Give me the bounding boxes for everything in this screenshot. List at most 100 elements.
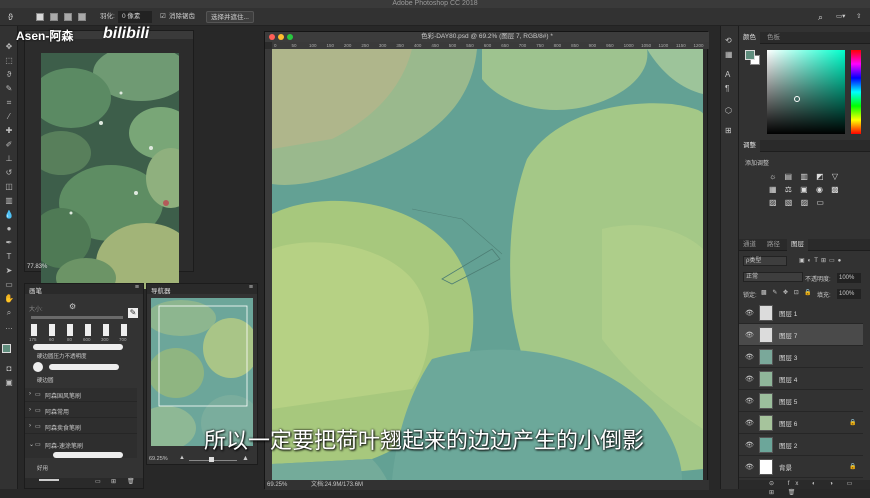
path-select-tool-icon[interactable]: ➤: [3, 266, 15, 276]
eyedropper-tool-icon[interactable]: ⁄: [3, 112, 15, 122]
layer-row[interactable]: 👁 图层 1: [739, 302, 863, 324]
blur-tool-icon[interactable]: 💧: [3, 210, 15, 220]
brush-preset-item[interactable]: 好用: [37, 464, 48, 472]
visibility-eye-icon[interactable]: 👁: [745, 309, 754, 317]
visibility-eye-icon[interactable]: 👁: [745, 331, 754, 339]
fill-input[interactable]: 100%: [837, 289, 861, 299]
search-icon[interactable]: ⌕: [818, 11, 823, 23]
marquee-tool-icon[interactable]: ⬚: [3, 56, 15, 66]
gradient-tool-icon[interactable]: ▥: [3, 196, 15, 206]
layer-filter-icons[interactable]: ▣◐T⊞▭●: [799, 257, 844, 264]
brush-settings-icon[interactable]: ⚙: [69, 302, 76, 311]
character-icon[interactable]: A: [725, 70, 730, 79]
new-group-icon[interactable]: ▭: [95, 478, 101, 485]
visibility-eye-icon[interactable]: 👁: [745, 463, 754, 471]
quick-mask-icon[interactable]: ◘: [3, 364, 15, 374]
brush-size-preview-slider[interactable]: [39, 479, 59, 481]
history-icon[interactable]: ⟲: [725, 36, 732, 45]
tab-brush[interactable]: 画笔: [29, 285, 42, 295]
layer-row[interactable]: 👁 图层 2: [739, 434, 863, 456]
workspace-icon[interactable]: ▭▾: [836, 11, 845, 23]
foreground-color-swatch[interactable]: [2, 344, 11, 353]
antialias-checkbox[interactable]: ☑: [160, 11, 166, 23]
navigator-preview[interactable]: [151, 298, 253, 446]
close-icon[interactable]: [269, 34, 275, 40]
opacity-input[interactable]: 100%: [837, 273, 861, 283]
visibility-eye-icon[interactable]: 👁: [745, 353, 754, 361]
ruler-horizontal[interactable]: 0 50 100 150 200 250 300 350 400 450 500 550 600 650 7…: [272, 42, 709, 49]
brush-group-item[interactable]: › ▭ 阿森常用: [25, 404, 137, 418]
tab-adjustments[interactable]: 调整: [739, 140, 760, 152]
crop-tool-icon[interactable]: ⌗: [3, 98, 15, 108]
visibility-eye-icon[interactable]: 👁: [745, 375, 754, 383]
screen-mode-icon[interactable]: ▣: [3, 378, 15, 388]
layer-row-selected[interactable]: 👁 图层 7: [739, 324, 863, 346]
brush-group-item[interactable]: ⌄ ▭ 阿森-速涂笔刷: [25, 438, 137, 452]
tab-channels[interactable]: 通道: [739, 239, 760, 251]
maximize-icon[interactable]: [287, 34, 293, 40]
tab-navigator[interactable]: 导航器: [151, 285, 171, 295]
feather-input[interactable]: 0 像素: [118, 11, 152, 23]
visibility-eye-icon[interactable]: 👁: [745, 419, 754, 427]
tab-swatches[interactable]: 色板: [763, 32, 784, 44]
hand-tool-icon[interactable]: ✋: [3, 294, 15, 304]
subtract-selection-icon[interactable]: [64, 13, 72, 21]
healing-tool-icon[interactable]: ✚: [3, 126, 15, 136]
brush-size-slider[interactable]: [31, 316, 123, 319]
lasso-tool-icon[interactable]: ϑ: [8, 11, 13, 23]
tab-paths[interactable]: 路径: [763, 239, 784, 251]
swatches-icon[interactable]: ▦: [725, 50, 733, 59]
panel-menu-icon[interactable]: ≡: [135, 284, 139, 291]
adjustment-icons[interactable]: ☼ ▤ ▥ ◩ ▽ ▦ ⚖ ▣ ◉ ▩ ▨ ▧ ▨ ▭: [769, 170, 859, 210]
color-picker-field[interactable]: [767, 50, 845, 134]
blend-mode-select[interactable]: 正常: [743, 272, 803, 282]
more-tools-icon[interactable]: …: [3, 322, 15, 332]
layer-row[interactable]: 👁 图层 4: [739, 368, 863, 390]
type-tool-icon[interactable]: T: [3, 252, 15, 262]
minimize-icon[interactable]: [278, 34, 284, 40]
intersect-selection-icon[interactable]: [78, 13, 86, 21]
add-selection-icon[interactable]: [50, 13, 58, 21]
hue-slider[interactable]: [851, 50, 861, 134]
new-brush-icon[interactable]: ✎: [128, 308, 138, 318]
brush-preset-item[interactable]: 硬边圆压力不透明度: [37, 352, 87, 360]
layer-row[interactable]: 👁 背景 🔒: [739, 456, 863, 478]
history-brush-icon[interactable]: ↺: [3, 168, 15, 178]
eraser-tool-icon[interactable]: ◫: [3, 182, 15, 192]
3d-icon[interactable]: ⬡: [725, 106, 732, 115]
layers-footer-icons[interactable]: ⊝ fx ◐ ◑ ▭ ⊞ 🗑: [739, 480, 870, 496]
layer-filter-select[interactable]: ρ类型: [743, 256, 787, 266]
delete-icon[interactable]: 🗑: [127, 478, 135, 485]
lock-icons[interactable]: ▩ ✎ ✥ ⊡ 🔒: [761, 289, 814, 296]
foreground-color-swatch[interactable]: [745, 50, 755, 60]
layer-row[interactable]: 👁 图层 3: [739, 346, 863, 368]
select-and-mask-button[interactable]: 选择并遮住...: [206, 11, 254, 23]
dodge-tool-icon[interactable]: ●: [3, 224, 15, 234]
share-icon[interactable]: ⇧: [856, 11, 861, 23]
brush-preset-item[interactable]: 硬边圆: [37, 376, 54, 384]
quick-select-tool-icon[interactable]: ✎: [3, 84, 15, 94]
tab-layers[interactable]: 图层: [787, 239, 808, 251]
visibility-eye-icon[interactable]: 👁: [745, 441, 754, 449]
lasso-tool-icon[interactable]: ϑ: [3, 70, 15, 80]
pen-tool-icon[interactable]: ✒: [3, 238, 15, 248]
brush-tool-icon[interactable]: ✐: [3, 140, 15, 150]
stamp-tool-icon[interactable]: ⊥: [3, 154, 15, 164]
zoom-out-icon[interactable]: ▲: [179, 455, 185, 461]
brush-group-item[interactable]: › ▭ 阿森国风笔刷: [25, 388, 137, 402]
brush-group-item[interactable]: › ▭ 阿森卖食笔刷: [25, 420, 137, 434]
zoom-tool-icon[interactable]: ⌕: [3, 308, 15, 318]
painting-canvas[interactable]: [272, 49, 703, 480]
ruler-vertical[interactable]: [265, 49, 272, 480]
new-preset-icon[interactable]: ⊞: [111, 478, 116, 485]
tab-color[interactable]: 颜色: [739, 32, 760, 44]
document-title-bar[interactable]: 色彩-DAY80.psd @ 69.2% (图层 7, RGB/8#) *: [265, 32, 709, 42]
shape-tool-icon[interactable]: ▭: [3, 280, 15, 290]
properties-icon[interactable]: ⊞: [725, 126, 732, 135]
new-selection-icon[interactable]: [36, 13, 44, 21]
paragraph-icon[interactable]: ¶: [725, 84, 729, 93]
color-picker-cursor[interactable]: [794, 96, 800, 102]
panel-menu-icon[interactable]: ≡: [249, 284, 253, 291]
navigator-zoom-thumb[interactable]: [209, 457, 214, 462]
layer-row[interactable]: 👁 图层 6 🔒: [739, 412, 863, 434]
